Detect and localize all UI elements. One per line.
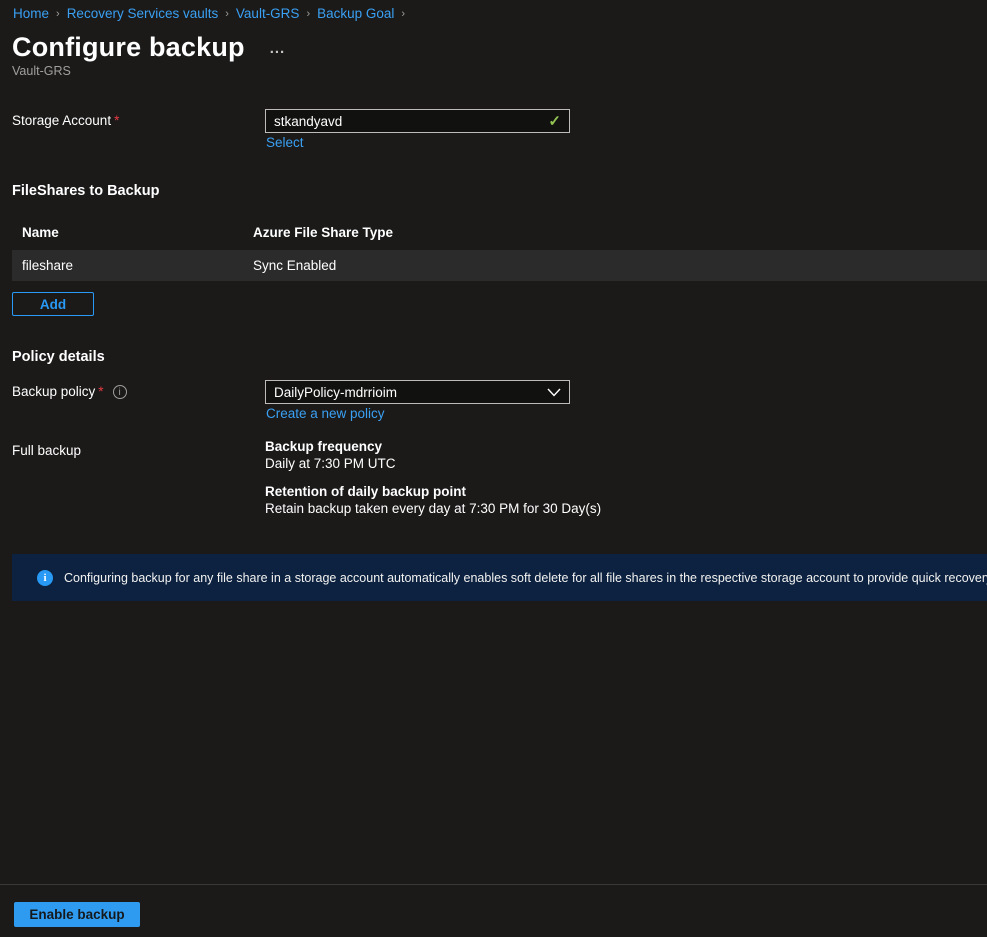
enable-backup-button[interactable]: Enable backup <box>14 902 140 927</box>
storage-account-label-text: Storage Account <box>12 113 111 128</box>
chevron-down-icon <box>547 388 561 397</box>
storage-account-label: Storage Account* <box>12 109 265 133</box>
page-header: Configure backup ... <box>12 32 285 63</box>
backup-frequency-block: Backup frequency Daily at 7:30 PM UTC <box>265 439 685 471</box>
fileshares-table-header: Name Azure File Share Type <box>12 222 987 242</box>
select-storage-account-link[interactable]: Select <box>266 135 304 150</box>
info-tooltip-icon[interactable]: i <box>113 385 127 399</box>
fileshares-heading: FileShares to Backup <box>12 183 159 199</box>
breadcrumb-separator: › <box>56 8 60 20</box>
required-asterisk: * <box>98 384 103 399</box>
required-asterisk: * <box>114 113 119 128</box>
fileshare-type-cell: Sync Enabled <box>253 258 336 273</box>
retention-title: Retention of daily backup point <box>265 484 685 499</box>
table-row[interactable]: fileshare Sync Enabled <box>12 250 987 281</box>
column-header-type: Azure File Share Type <box>253 225 393 240</box>
fileshare-name-cell: fileshare <box>22 258 253 273</box>
info-icon: i <box>37 570 53 586</box>
column-header-name: Name <box>22 225 253 240</box>
create-new-policy-link[interactable]: Create a new policy <box>266 406 385 421</box>
breadcrumb: Home › Recovery Services vaults › Vault-… <box>13 6 412 21</box>
backup-policy-selected-value: DailyPolicy-mdrrioim <box>274 385 397 400</box>
retention-value: Retain backup taken every day at 7:30 PM… <box>265 501 685 516</box>
backup-policy-row: Backup policy* i DailyPolicy-mdrrioim <box>12 380 570 404</box>
backup-frequency-value: Daily at 7:30 PM UTC <box>265 456 685 471</box>
more-options-button[interactable]: ... <box>270 42 286 54</box>
backup-policy-label: Backup policy* i <box>12 380 265 404</box>
page-subtitle: Vault-GRS <box>12 64 71 78</box>
page-title: Configure backup <box>12 32 245 63</box>
storage-account-row: Storage Account* ✓ <box>12 109 570 133</box>
full-backup-details: Backup frequency Daily at 7:30 PM UTC Re… <box>265 439 685 516</box>
policy-details-heading: Policy details <box>12 349 105 365</box>
breadcrumb-backup-goal[interactable]: Backup Goal <box>317 6 394 21</box>
retention-block: Retention of daily backup point Retain b… <box>265 484 685 516</box>
full-backup-label: Full backup <box>12 439 265 516</box>
breadcrumb-vault-grs[interactable]: Vault-GRS <box>236 6 300 21</box>
breadcrumb-separator: › <box>225 8 229 20</box>
soft-delete-info-banner: i Configuring backup for any file share … <box>12 554 987 601</box>
backup-frequency-title: Backup frequency <box>265 439 685 454</box>
full-backup-row: Full backup Backup frequency Daily at 7:… <box>12 439 685 516</box>
storage-account-input-box: ✓ <box>265 109 570 133</box>
storage-account-input[interactable] <box>274 114 548 129</box>
backup-policy-field: DailyPolicy-mdrrioim <box>265 380 570 404</box>
footer-command-bar: Enable backup <box>0 884 987 937</box>
breadcrumb-separator: › <box>306 8 310 20</box>
validation-check-icon: ✓ <box>548 112 561 130</box>
backup-policy-label-text: Backup policy <box>12 384 95 399</box>
breadcrumb-recovery-services-vaults[interactable]: Recovery Services vaults <box>67 6 219 21</box>
add-fileshare-button[interactable]: Add <box>12 292 94 316</box>
storage-account-field: ✓ <box>265 109 570 133</box>
breadcrumb-separator: › <box>401 8 405 20</box>
breadcrumb-home[interactable]: Home <box>13 6 49 21</box>
info-banner-text: Configuring backup for any file share in… <box>64 571 987 585</box>
backup-policy-dropdown[interactable]: DailyPolicy-mdrrioim <box>265 380 570 404</box>
